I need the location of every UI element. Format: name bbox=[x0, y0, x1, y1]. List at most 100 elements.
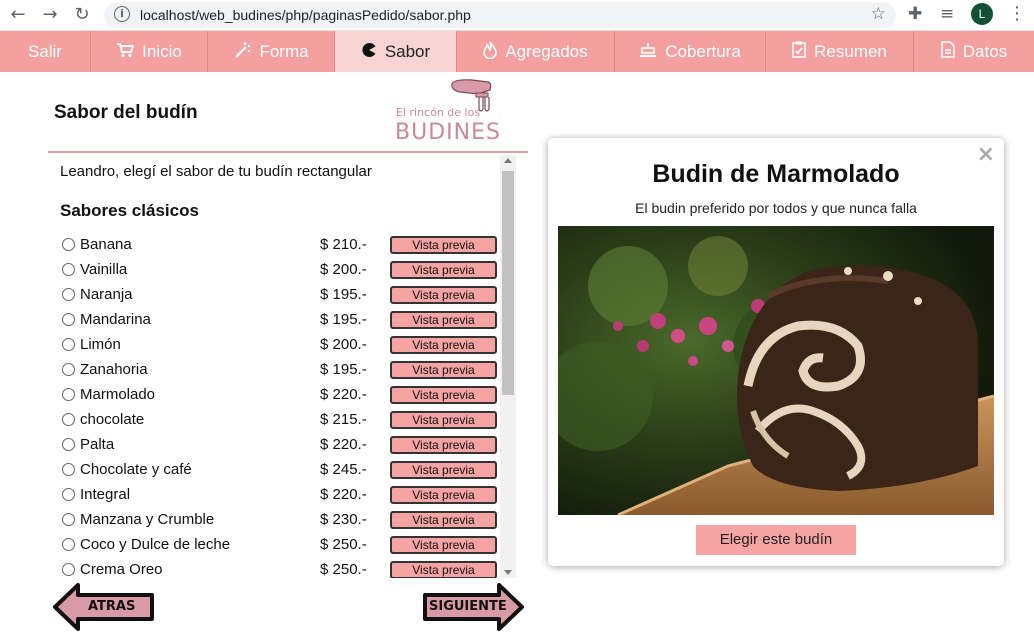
flavor-price: $ 230.- bbox=[320, 511, 367, 528]
preview-button[interactable]: Vista previa bbox=[390, 236, 497, 254]
forward-arrow-icon[interactable]: → bbox=[38, 4, 62, 26]
address-bar[interactable]: i localhost/web_budines/php/paginasPedid… bbox=[104, 2, 896, 28]
flavor-name: Banana bbox=[80, 236, 132, 253]
flavor-radio[interactable] bbox=[62, 463, 75, 476]
flavor-name: Zanahoria bbox=[80, 361, 148, 378]
preview-button[interactable]: Vista previa bbox=[390, 536, 497, 554]
flavor-row: Naranja $ 195.- Vista previa bbox=[60, 285, 500, 307]
preview-button[interactable]: Vista previa bbox=[390, 561, 497, 578]
flavor-row: Vainilla $ 200.- Vista previa bbox=[60, 260, 500, 282]
preview-button[interactable]: Vista previa bbox=[390, 311, 497, 329]
preview-button[interactable]: Vista previa bbox=[390, 361, 497, 379]
info-icon[interactable]: i bbox=[114, 6, 130, 22]
nav-resumen[interactable]: Resumen bbox=[766, 31, 914, 72]
section-title: Sabores clásicos bbox=[60, 201, 199, 220]
flavor-price: $ 200.- bbox=[320, 336, 367, 353]
flavor-radio[interactable] bbox=[62, 363, 75, 376]
nav-label: Inicio bbox=[142, 41, 182, 61]
logo-text-top: El rincón de los bbox=[396, 106, 481, 119]
flavor-name: Palta bbox=[80, 436, 115, 453]
preview-button[interactable]: Vista previa bbox=[390, 261, 497, 279]
logo-text-main: BUDINES bbox=[395, 120, 501, 145]
flavor-row: Coco y Dulce de leche $ 250.- Vista previa bbox=[60, 535, 500, 557]
menu-kebab-icon[interactable]: ⋮ bbox=[1008, 3, 1026, 24]
flavor-radio[interactable] bbox=[62, 563, 75, 576]
flavor-radio[interactable] bbox=[62, 238, 75, 251]
nav-label: Resumen bbox=[814, 41, 887, 61]
flavor-row: Limón $ 200.- Vista previa bbox=[60, 335, 500, 357]
url-text[interactable]: localhost/web_budines/php/paginasPedido/… bbox=[140, 7, 471, 23]
extensions-puzzle-icon[interactable]: ✚ bbox=[908, 4, 922, 24]
flavor-radio[interactable] bbox=[62, 288, 75, 301]
flavor-name: Limón bbox=[80, 336, 121, 353]
flavor-price: $ 250.- bbox=[320, 561, 367, 578]
magic-wand-icon bbox=[233, 41, 251, 63]
nav-label: Cobertura bbox=[665, 41, 741, 61]
flavor-row: Zanahoria $ 195.- Vista previa bbox=[60, 360, 500, 382]
nav-sabor[interactable]: Sabor bbox=[335, 31, 457, 72]
atras-button[interactable]: ATRAS bbox=[52, 582, 156, 632]
flavor-row: Marmolado $ 220.- Vista previa bbox=[60, 385, 500, 407]
flavor-radio[interactable] bbox=[62, 338, 75, 351]
profile-avatar[interactable]: L bbox=[971, 3, 993, 25]
preview-button[interactable]: Vista previa bbox=[390, 436, 497, 454]
pacman-icon bbox=[361, 42, 377, 62]
flavor-name: Manzana y Crumble bbox=[80, 511, 215, 528]
flavor-radio[interactable] bbox=[62, 413, 75, 426]
flavor-price: $ 215.- bbox=[320, 411, 367, 428]
preview-button[interactable]: Vista previa bbox=[390, 486, 497, 504]
flavor-radio[interactable] bbox=[62, 388, 75, 401]
flavor-name: Coco y Dulce de leche bbox=[80, 536, 231, 553]
scroll-down-arrow-icon[interactable] bbox=[504, 570, 512, 575]
flavor-price: $ 195.- bbox=[320, 286, 367, 303]
nav-salir[interactable]: Salir bbox=[0, 31, 91, 72]
nav-inicio[interactable]: Inicio bbox=[91, 31, 208, 72]
preview-button[interactable]: Vista previa bbox=[390, 511, 497, 529]
choose-flavor-button[interactable]: Elegir este budín bbox=[696, 525, 856, 555]
flavor-price: $ 200.- bbox=[320, 261, 367, 278]
marble-cake-image bbox=[558, 226, 994, 515]
back-arrow-icon[interactable]: ← bbox=[6, 4, 30, 26]
nav-agregados[interactable]: Agregados bbox=[457, 31, 615, 72]
preview-button[interactable]: Vista previa bbox=[390, 386, 497, 404]
flavor-list-panel[interactable]: Leandro, elegí el sabor de tu budín rect… bbox=[48, 155, 516, 578]
nav-label: Datos bbox=[962, 41, 1008, 61]
siguiente-button[interactable]: SIGUIENTE bbox=[421, 582, 525, 632]
fire-icon bbox=[483, 41, 498, 63]
siguiente-label: SIGUIENTE bbox=[429, 599, 507, 614]
preview-button[interactable]: Vista previa bbox=[390, 336, 497, 354]
flavor-name: Chocolate y café bbox=[80, 461, 192, 478]
flavor-radio[interactable] bbox=[62, 538, 75, 551]
nav-datos[interactable]: Datos bbox=[914, 31, 1034, 72]
nav-cobertura[interactable]: Cobertura bbox=[615, 31, 766, 72]
modal-subtitle: El budin preferido por todos y que nunca… bbox=[635, 200, 917, 216]
flavor-radio[interactable] bbox=[62, 263, 75, 276]
reload-icon[interactable]: ↻ bbox=[70, 4, 94, 26]
scroll-thumb[interactable] bbox=[502, 171, 514, 395]
flavor-row: Crema Oreo $ 250.- Vista previa bbox=[60, 560, 500, 578]
intro-text: Leandro, elegí el sabor de tu budín rect… bbox=[60, 163, 372, 180]
flavor-radio[interactable] bbox=[62, 438, 75, 451]
flavor-price: $ 195.- bbox=[320, 361, 367, 378]
flavor-price: $ 220.- bbox=[320, 486, 367, 503]
flavor-radio[interactable] bbox=[62, 513, 75, 526]
flavor-radio[interactable] bbox=[62, 313, 75, 326]
flavor-row: chocolate $ 215.- Vista previa bbox=[60, 410, 500, 432]
flavor-price: $ 210.- bbox=[320, 236, 367, 253]
flavor-name: Naranja bbox=[80, 286, 133, 303]
preview-button[interactable]: Vista previa bbox=[390, 461, 497, 479]
cart-icon bbox=[116, 42, 135, 62]
flavor-name: Crema Oreo bbox=[80, 561, 163, 578]
flavor-row: Integral $ 220.- Vista previa bbox=[60, 485, 500, 507]
preview-button[interactable]: Vista previa bbox=[390, 411, 497, 429]
scroll-up-arrow-icon[interactable] bbox=[504, 158, 512, 163]
nav-forma[interactable]: Forma bbox=[208, 31, 335, 72]
flavor-price: $ 220.- bbox=[320, 386, 367, 403]
media-queue-icon[interactable]: ≡ bbox=[940, 4, 954, 24]
page-title: Sabor del budín bbox=[54, 102, 198, 123]
flavor-radio[interactable] bbox=[62, 488, 75, 501]
nav-label: Forma bbox=[259, 41, 309, 61]
list-scrollbar[interactable] bbox=[500, 155, 516, 578]
preview-button[interactable]: Vista previa bbox=[390, 286, 497, 304]
bookmark-star-icon[interactable]: ☆ bbox=[871, 4, 886, 24]
